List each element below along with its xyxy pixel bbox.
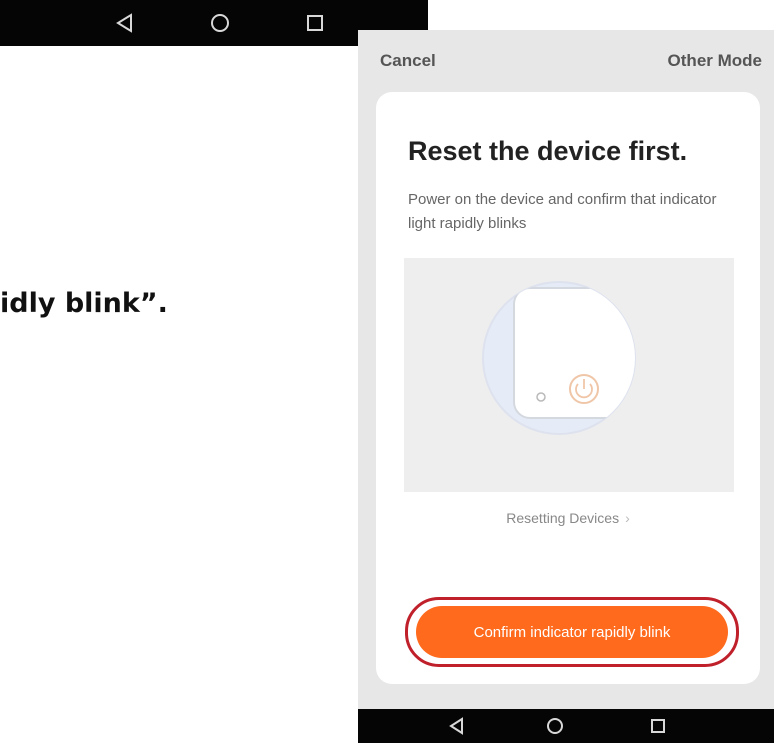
card-description: Power on the device and confirm that ind…	[408, 191, 717, 232]
home-circle-icon[interactable]	[545, 716, 565, 736]
confirm-indicator-button[interactable]: Confirm indicator rapidly blink	[416, 606, 728, 658]
phone-header: Cancel Other Mode	[358, 30, 774, 90]
instruction-text-fragment: idly blink”.	[0, 288, 168, 319]
chevron-right-icon: ›	[625, 510, 630, 526]
device-illustration	[404, 258, 734, 492]
cancel-button[interactable]: Cancel	[380, 51, 436, 71]
home-circle-icon[interactable]	[209, 12, 231, 34]
phone-screen: Cancel Other Mode Reset the device first…	[358, 30, 774, 743]
resetting-devices-link[interactable]: Resetting Devices ›	[376, 510, 760, 526]
bottom-system-nav-bar	[358, 709, 774, 743]
device-illustration-graphic	[482, 281, 636, 435]
card-title: Reset the device first.	[408, 136, 688, 166]
recents-square-icon[interactable]	[648, 716, 668, 736]
resetting-devices-label: Resetting Devices	[506, 510, 620, 526]
reset-device-card: Reset the device first. Power on the dev…	[376, 92, 760, 684]
back-triangle-icon[interactable]	[114, 12, 136, 34]
other-mode-button[interactable]: Other Mode	[668, 51, 762, 71]
back-triangle-icon[interactable]	[447, 716, 467, 736]
recents-square-icon[interactable]	[304, 12, 326, 34]
